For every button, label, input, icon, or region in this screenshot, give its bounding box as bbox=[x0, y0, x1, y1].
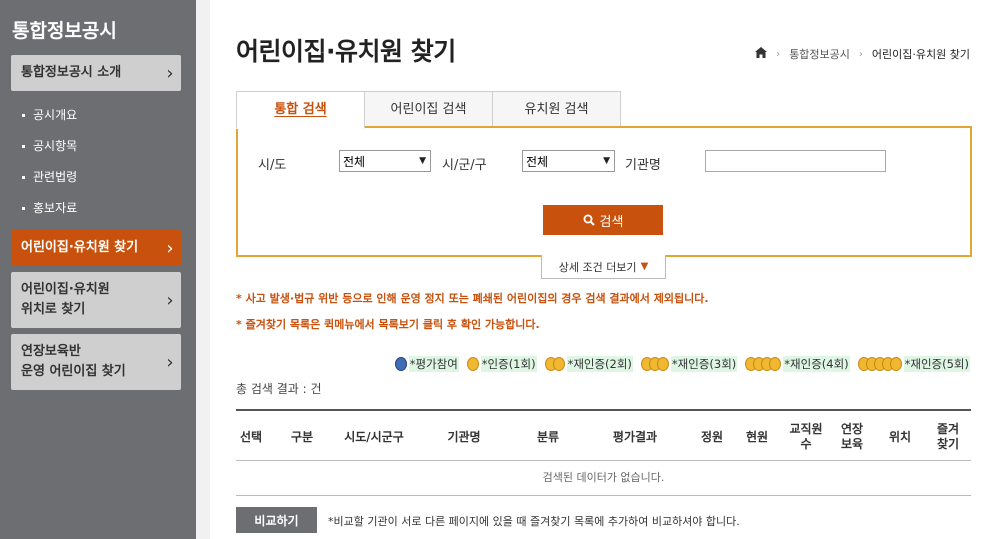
org-name-input[interactable] bbox=[705, 150, 886, 172]
medal-icon bbox=[640, 357, 669, 371]
chevron-right-icon: › bbox=[166, 237, 174, 259]
sidebar-subitem-promo[interactable]: 홍보자료 bbox=[22, 199, 77, 216]
legend-cert-5: *재인증(5회) bbox=[857, 356, 970, 372]
legend-cert-3: *재인증(3회) bbox=[640, 356, 738, 372]
org-name-label: 기관명 bbox=[625, 158, 661, 173]
sidebar-item-extended[interactable]: 연장보육반 운영 어린이집 찾기 › bbox=[11, 334, 181, 390]
sidebar-item-label: 어린이집·유치원 위치로 찾기 bbox=[21, 282, 110, 317]
col-category: 분류 bbox=[536, 429, 560, 444]
results-table: 선택 구분 시도/시군구 기관명 분류 평가결과 정원 현원 교직원 수 연장 … bbox=[236, 409, 971, 496]
medal-icon bbox=[745, 357, 782, 371]
search-icon bbox=[583, 214, 595, 226]
breadcrumb-item[interactable]: 통합정보공시 bbox=[789, 46, 850, 62]
evaluation-legend: *평가참여 *인증(1회) *재인증(2회) *재인증(3회) *재인증(4회)… bbox=[394, 356, 970, 372]
chevron-down-icon: ▼ bbox=[419, 156, 426, 166]
search-button-label: 검색 bbox=[599, 214, 624, 230]
sidebar-subitem-overview[interactable]: 공시개요 bbox=[22, 106, 77, 123]
search-panel: 시/도 전체 ▼ 시/군/구 전체 ▼ 기관명 검색 bbox=[236, 126, 972, 257]
total-results: 총 검색 결과 : 건 bbox=[236, 382, 322, 396]
breadcrumb: › 통합정보공시 › 어린이집·유치원 찾기 bbox=[755, 46, 970, 62]
sido-select-value: 전체 bbox=[343, 154, 366, 169]
legend-cert-4: *재인증(4회) bbox=[745, 356, 850, 372]
legend-participation: *평가참여 bbox=[394, 356, 459, 372]
chevron-down-icon: ▼ bbox=[640, 261, 649, 272]
sigungu-label: 시/군/구 bbox=[442, 158, 487, 173]
sidebar-item-label: 통합정보공시 소개 bbox=[21, 65, 122, 80]
sigungu-select[interactable]: 전체 ▼ bbox=[522, 150, 615, 172]
col-org-name: 기관명 bbox=[447, 429, 481, 444]
sidebar-title: 통합정보공시 bbox=[12, 20, 117, 42]
sidebar-subitem-items[interactable]: 공시항목 bbox=[22, 137, 77, 154]
sidebar: 통합정보공시 통합정보공시 소개 › 공시개요 공시항목 관련법령 홍보자료 어… bbox=[0, 0, 196, 539]
medal-icon bbox=[857, 357, 902, 371]
medal-icon bbox=[466, 357, 479, 371]
tab-daycare[interactable]: 어린이집 검색 bbox=[364, 91, 493, 128]
compare-note: *비교할 기관이 서로 다른 페이지에 있을 때 즐겨찾기 목록에 추가하여 비… bbox=[328, 515, 740, 528]
chevron-right-icon: › bbox=[858, 48, 863, 60]
col-extended: 연장 보육 bbox=[840, 422, 864, 451]
legend-cert-2: *재인증(2회) bbox=[544, 356, 633, 372]
col-type: 구분 bbox=[290, 429, 314, 444]
medal-icon bbox=[544, 357, 565, 371]
col-favorite: 즐겨 찾기 bbox=[936, 422, 960, 451]
breadcrumb-current: 어린이집·유치원 찾기 bbox=[871, 48, 970, 61]
sidebar-item-intro[interactable]: 통합정보공시 소개 › bbox=[11, 55, 181, 91]
compare-button[interactable]: 비교하기 bbox=[236, 507, 317, 533]
home-icon[interactable] bbox=[755, 47, 768, 61]
sidebar-item-find[interactable]: 어린이집·유치원 찾기 › bbox=[11, 230, 181, 266]
sidebar-subitem-laws[interactable]: 관련법령 bbox=[22, 168, 77, 185]
search-button[interactable]: 검색 bbox=[543, 205, 663, 235]
medal-blue-icon bbox=[394, 357, 407, 371]
col-location: 위치 bbox=[888, 429, 912, 444]
tab-kindergarten[interactable]: 유치원 검색 bbox=[492, 91, 621, 128]
page-title: 어린이집·유치원 찾기 bbox=[236, 37, 456, 66]
chevron-right-icon: › bbox=[166, 289, 174, 311]
table-empty-row: 검색된 데이터가 없습니다. bbox=[236, 461, 971, 496]
chevron-right-icon: › bbox=[776, 48, 781, 60]
sido-label: 시/도 bbox=[258, 158, 287, 173]
sidebar-item-location[interactable]: 어린이집·유치원 위치로 찾기 › bbox=[11, 272, 181, 328]
sidebar-item-label: 어린이집·유치원 찾기 bbox=[21, 240, 139, 255]
sido-select[interactable]: 전체 ▼ bbox=[339, 150, 431, 172]
col-select: 선택 bbox=[239, 429, 263, 444]
sidebar-item-label: 연장보육반 운영 어린이집 찾기 bbox=[21, 344, 126, 379]
col-capacity: 정원 bbox=[700, 429, 724, 444]
search-tabs: 통합 검색 어린이집 검색 유치원 검색 bbox=[236, 91, 621, 129]
more-conditions-button[interactable]: 상세 조건 더보기 ▼ bbox=[541, 255, 666, 279]
col-staff: 교직원 수 bbox=[789, 422, 823, 451]
chevron-right-icon: › bbox=[166, 351, 174, 373]
chevron-down-icon: ▼ bbox=[603, 156, 610, 166]
sidebar-gap bbox=[196, 0, 210, 539]
notice-favorites: * 즐겨찾기 목록은 퀵메뉴에서 목록보기 클릭 후 확인 가능합니다. bbox=[236, 318, 540, 331]
legend-cert-1: *인증(1회) bbox=[466, 356, 537, 372]
col-evaluation: 평가결과 bbox=[612, 429, 658, 444]
notice-excluded: * 사고 발생·법규 위반 등으로 인해 운영 정지 또는 폐쇄된 어린이집의 … bbox=[236, 292, 709, 305]
more-conditions-label: 상세 조건 더보기 bbox=[558, 260, 637, 274]
chevron-right-icon: › bbox=[166, 62, 174, 84]
col-region: 시도/시군구 bbox=[344, 429, 404, 444]
table-header: 선택 구분 시도/시군구 기관명 분류 평가결과 정원 현원 교직원 수 연장 … bbox=[236, 409, 971, 461]
tab-integrated[interactable]: 통합 검색 bbox=[236, 91, 365, 129]
col-current: 현원 bbox=[745, 429, 769, 444]
sigungu-select-value: 전체 bbox=[526, 154, 549, 169]
